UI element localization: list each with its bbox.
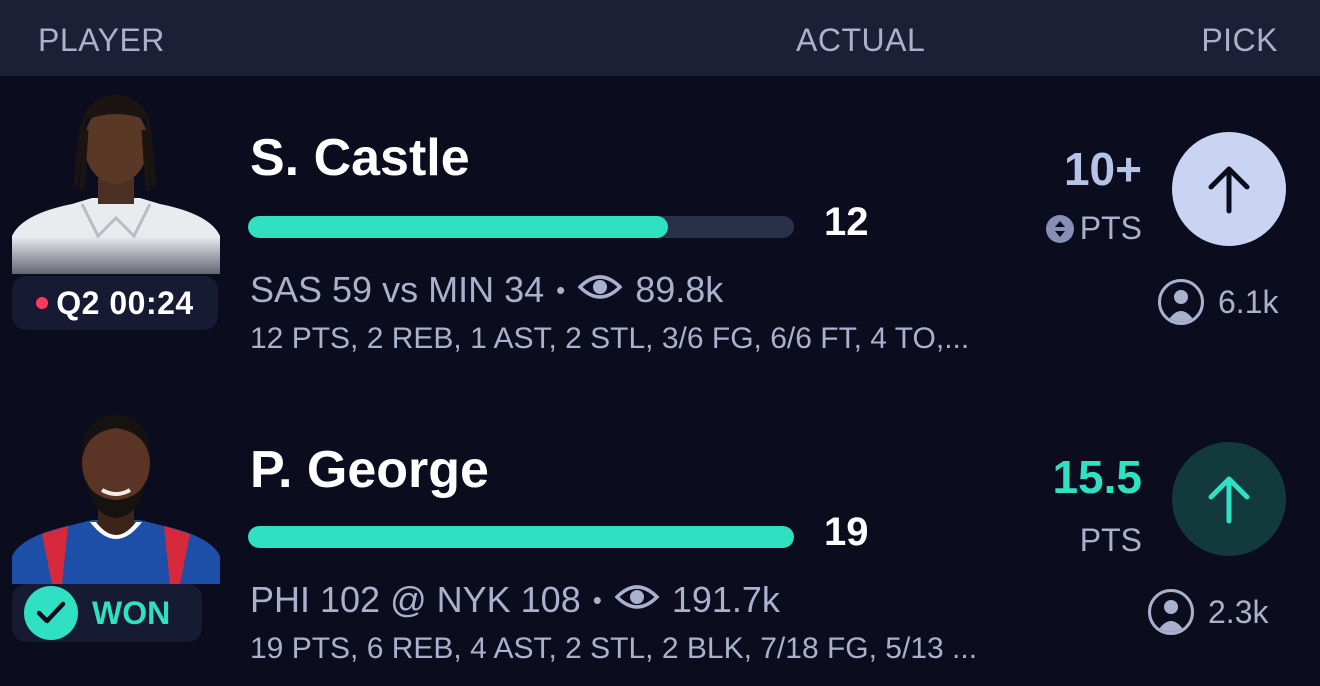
user-icon bbox=[1158, 279, 1204, 325]
check-icon bbox=[24, 586, 78, 640]
progress-bar-fill bbox=[248, 526, 794, 548]
player-name: S. Castle bbox=[250, 129, 470, 187]
game-info: SAS 59 vs MIN 34 • 89.8k bbox=[250, 266, 723, 314]
player-photo bbox=[12, 396, 220, 584]
pick-stat-type: PTS bbox=[1045, 210, 1142, 247]
picks-count: 6.1k bbox=[1158, 276, 1278, 328]
game-score: SAS 59 vs MIN 34 bbox=[250, 269, 545, 310]
table-header: PLAYER ACTUAL PICK bbox=[0, 0, 1320, 76]
pick-more-button[interactable] bbox=[1172, 442, 1286, 556]
live-indicator-icon bbox=[36, 297, 49, 309]
stat-line: 19 PTS, 6 REB, 4 AST, 2 STL, 2 BLK, 7/18… bbox=[250, 632, 978, 665]
progress-bar-fill bbox=[248, 216, 669, 238]
player-name: P. George bbox=[250, 441, 489, 499]
view-count: 89.8k bbox=[635, 269, 724, 310]
user-icon bbox=[1148, 589, 1194, 635]
player-row-george[interactable]: WON P. George 19 PHI 102 @ NYK 108 • 191… bbox=[0, 386, 1320, 686]
separator-dot: • bbox=[556, 274, 566, 305]
arrow-up-icon bbox=[1208, 166, 1250, 214]
actual-value: 12 bbox=[824, 200, 869, 244]
flex-icon bbox=[1045, 214, 1074, 243]
game-status-badge: Q2 00:24 bbox=[12, 276, 218, 330]
result-label: WON bbox=[92, 594, 171, 631]
pick-more-button[interactable] bbox=[1172, 132, 1286, 246]
column-header-player: PLAYER bbox=[38, 22, 165, 58]
actual-value: 19 bbox=[824, 510, 869, 554]
stat-line: 12 PTS, 2 REB, 1 AST, 2 STL, 3/6 FG, 6/6… bbox=[250, 322, 970, 355]
pick-line-value: 10+ bbox=[1063, 143, 1142, 195]
game-clock: Q2 00:24 bbox=[56, 284, 194, 321]
player-photo bbox=[12, 86, 220, 274]
picks-count-value: 6.1k bbox=[1218, 283, 1279, 320]
column-header-actual: ACTUAL bbox=[796, 22, 926, 58]
progress-bar bbox=[248, 216, 794, 238]
pick-stat-type: PTS bbox=[1080, 522, 1142, 559]
player-row-castle[interactable]: Q2 00:24 S. Castle 12 SAS 59 vs MIN 34 •… bbox=[0, 76, 1320, 376]
eye-icon bbox=[614, 579, 660, 621]
separator-dot: • bbox=[592, 584, 602, 615]
picks-count: 2.3k bbox=[1148, 586, 1268, 638]
pick-line-value: 15.5 bbox=[1052, 451, 1142, 503]
picks-count-value: 2.3k bbox=[1208, 593, 1269, 630]
arrow-up-icon bbox=[1208, 476, 1250, 524]
result-badge: WON bbox=[12, 584, 202, 642]
eye-icon bbox=[577, 269, 623, 311]
game-score: PHI 102 @ NYK 108 bbox=[250, 579, 581, 620]
stat-label: PTS bbox=[1079, 522, 1142, 558]
game-info: PHI 102 @ NYK 108 • 191.7k bbox=[250, 576, 780, 624]
column-header-pick: PICK bbox=[1201, 22, 1278, 58]
progress-bar bbox=[248, 526, 794, 548]
view-count: 191.7k bbox=[671, 579, 780, 620]
stat-label: PTS bbox=[1079, 210, 1142, 246]
